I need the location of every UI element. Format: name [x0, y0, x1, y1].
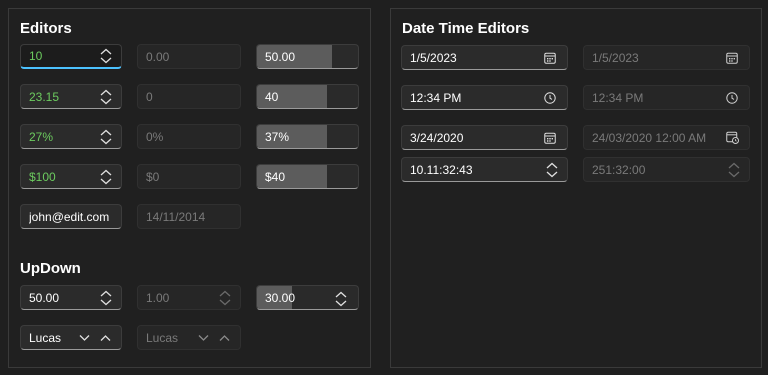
domain-updown-value: Lucas [29, 330, 62, 345]
spin-buttons[interactable] [99, 169, 113, 185]
calendar-icon[interactable] [543, 131, 557, 145]
currency-slider-editor[interactable]: $40 [256, 164, 359, 189]
numeric-updown-value: 50.00 [29, 290, 60, 305]
slider-value: 30.00 [265, 290, 296, 305]
spin-updown-icon [219, 290, 231, 305]
currency-editor-value: $100 [29, 169, 56, 184]
timespan-editor-disabled: 251:32:00 [583, 157, 750, 182]
numeric-updown-disabled-value: 1.00 [146, 290, 170, 305]
numeric-updown-slider[interactable]: 30.00 [256, 285, 359, 310]
slider-value: 37% [265, 129, 290, 144]
chevron-up-icon[interactable] [100, 334, 111, 342]
calendar-icon[interactable] [543, 51, 557, 65]
updown-title: UpDown [20, 260, 81, 277]
chevron-up-icon [219, 334, 230, 341]
numeric-editor-disabled: 0.00 [137, 44, 241, 69]
numeric-updown[interactable]: 50.00 [20, 285, 122, 310]
spin-updown-icon [546, 162, 558, 177]
spin-updown-icon [100, 129, 112, 144]
currency-editor[interactable]: $100 [20, 164, 122, 189]
calendar-clock-icon [725, 131, 739, 145]
slider-value: $40 [265, 169, 286, 184]
numeric-editor-disabled-value: 0.00 [146, 49, 170, 64]
spin-buttons[interactable] [99, 129, 113, 145]
mask-editor-disabled: 14/11/2014 [137, 204, 241, 229]
clock-icon [725, 91, 739, 105]
spin-buttons[interactable] [99, 290, 113, 306]
mask-editor-disabled-value: 14/11/2014 [146, 209, 206, 224]
spin-buttons[interactable] [545, 162, 559, 178]
percent-slider-editor[interactable]: 37% [256, 124, 359, 149]
spin-buttons[interactable] [99, 89, 113, 105]
time-picker-disabled-value: 12:34 PM [592, 90, 644, 105]
numeric-editor-decimal[interactable]: 23.15 [20, 84, 122, 109]
spin-updown-icon [100, 89, 112, 104]
datetime-picker-disabled: 24/03/2020 12:00 AM [583, 125, 750, 150]
spin-updown-icon [335, 291, 347, 307]
date-picker[interactable]: 1/5/2023 [401, 45, 568, 70]
spin-buttons[interactable] [334, 291, 348, 307]
numeric-editor-disabled-value: 0 [146, 89, 153, 104]
percent-editor-value: 27% [29, 129, 54, 144]
numeric-slider-editor[interactable]: 40 [256, 84, 359, 109]
datetime-picker-disabled-value: 24/03/2020 12:00 AM [592, 130, 707, 145]
time-picker-disabled: 12:34 PM [583, 85, 750, 110]
slider-value: 50.00 [265, 49, 296, 64]
spin-updown-icon [100, 48, 112, 64]
domain-updown-disabled-value: Lucas [146, 330, 179, 345]
calendar-icon [725, 51, 739, 65]
time-picker[interactable]: 12:34 PM [401, 85, 568, 110]
timespan-editor[interactable]: 10.11:32:43 [401, 157, 568, 182]
date-picker-value: 1/5/2023 [410, 50, 457, 65]
datetime-picker-value: 3/24/2020 [410, 130, 464, 145]
clock-icon[interactable] [543, 91, 557, 105]
chevron-down-icon[interactable] [79, 334, 90, 342]
percent-editor-disabled: 0% [137, 124, 241, 149]
domain-updown[interactable]: Lucas [20, 325, 122, 350]
date-picker-disabled: 1/5/2023 [583, 45, 750, 70]
spin-buttons-disabled [727, 162, 741, 178]
spin-buttons[interactable] [99, 48, 113, 64]
timespan-editor-disabled-value: 251:32:00 [592, 162, 646, 177]
percent-editor-disabled-value: 0% [146, 129, 164, 144]
spin-updown-icon [100, 169, 112, 184]
numeric-editor-integer-value: 10 [29, 49, 43, 63]
spin-updown-icon [728, 162, 740, 177]
date-picker-disabled-value: 1/5/2023 [592, 50, 639, 65]
time-picker-value: 12:34 PM [410, 90, 462, 105]
numeric-editor-disabled: 0 [137, 84, 241, 109]
mask-editor-value: john@edit.com [29, 209, 110, 224]
datetime-picker[interactable]: 3/24/2020 [401, 125, 568, 150]
timespan-editor-value: 10.11:32:43 [410, 162, 473, 177]
mask-editor[interactable]: john@edit.com [20, 204, 122, 229]
spin-updown-icon [100, 290, 112, 305]
datetime-title: Date Time Editors [402, 20, 530, 37]
numeric-updown-disabled: 1.00 [137, 285, 241, 310]
percent-editor[interactable]: 27% [20, 124, 122, 149]
editors-title: Editors [20, 20, 72, 37]
numeric-editor-integer[interactable]: 10 [20, 44, 122, 69]
currency-editor-disabled-value: $0 [146, 169, 160, 184]
domain-updown-disabled: Lucas [137, 325, 241, 350]
slider-value: 40 [265, 89, 279, 104]
numeric-slider-editor[interactable]: 50.00 [256, 44, 359, 69]
currency-editor-disabled: $0 [137, 164, 241, 189]
chevron-down-icon [198, 334, 209, 341]
spin-buttons-disabled [218, 290, 232, 306]
numeric-editor-decimal-value: 23.15 [29, 89, 60, 104]
